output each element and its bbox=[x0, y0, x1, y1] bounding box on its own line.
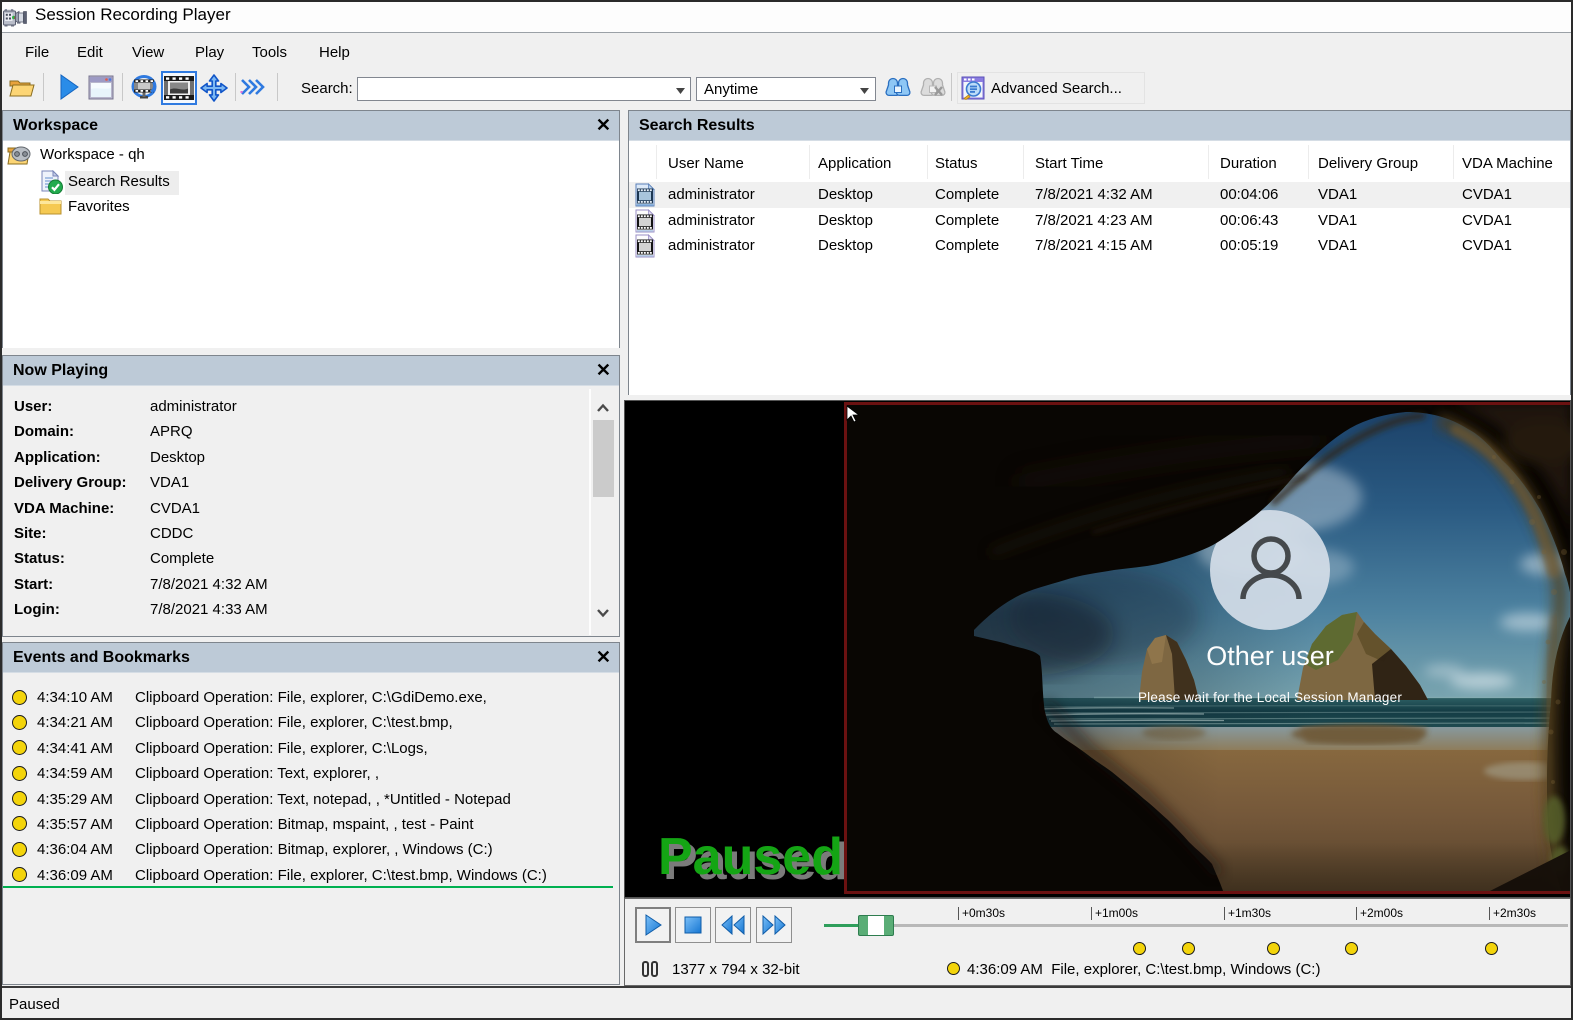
svg-text:Other user: Other user bbox=[1206, 641, 1334, 671]
svg-text:Please wait for the Local Sess: Please wait for the Local Session Manage… bbox=[1138, 690, 1402, 705]
